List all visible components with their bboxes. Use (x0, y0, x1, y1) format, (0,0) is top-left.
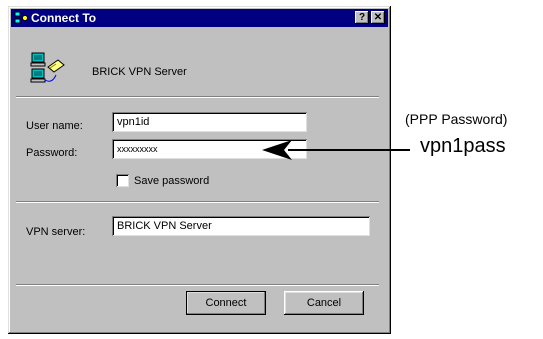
separator (16, 96, 379, 98)
dial-up-connection-icon (30, 52, 65, 83)
connect-button[interactable]: Connect (186, 291, 266, 315)
username-label: User name: (26, 120, 83, 132)
annotation-password-value: vpn1pass (420, 135, 506, 157)
connection-name: BRICK VPN Server (92, 66, 187, 78)
username-field[interactable]: vpn1id (112, 112, 307, 132)
separator (16, 201, 379, 203)
annotation-caption: (PPP Password) (405, 111, 508, 127)
cancel-button[interactable]: Cancel (284, 291, 364, 315)
connect-to-dialog: Connect To ? ✕ BRICK VPN Server User nam… (8, 6, 391, 334)
save-password-label: Save password (134, 175, 210, 187)
title-bar: Connect To ? ✕ (11, 9, 388, 27)
window-title: Connect To (31, 11, 97, 25)
vpn-server-field[interactable]: BRICK VPN Server (112, 216, 370, 236)
save-password-checkbox[interactable] (116, 174, 129, 187)
vpn-server-label: VPN server: (26, 226, 86, 238)
arrow-left-icon (262, 140, 410, 160)
network-connection-icon (14, 11, 28, 24)
close-button[interactable]: ✕ (371, 11, 385, 24)
password-label: Password: (26, 147, 78, 159)
separator (16, 284, 379, 286)
help-button[interactable]: ? (355, 11, 369, 24)
